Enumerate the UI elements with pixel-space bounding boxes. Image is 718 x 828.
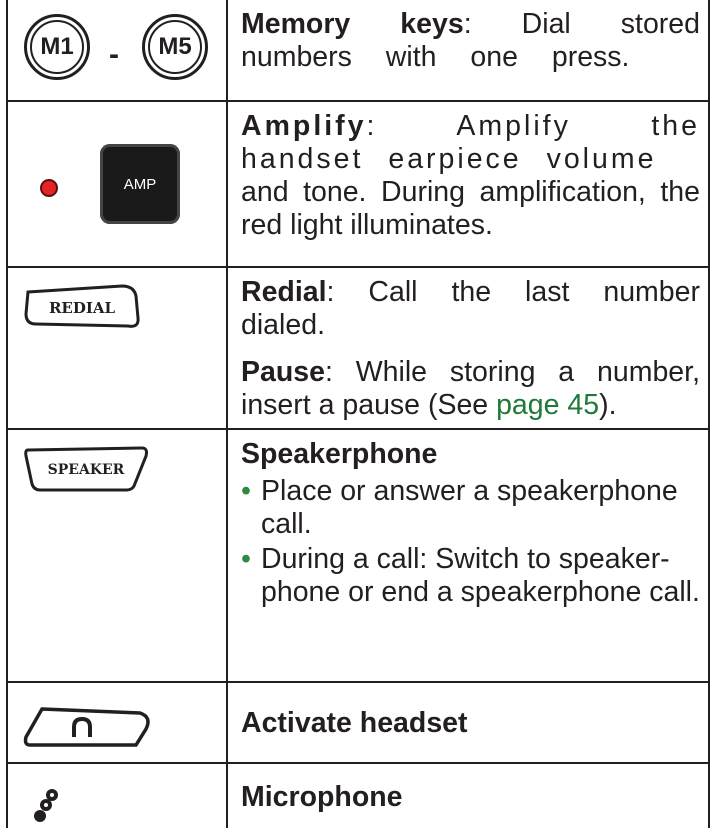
memory-keys-icon-cell: M1 - M5 [6,0,228,102]
memory-keys-description: Memory keys: Dial stored numbers with on… [226,0,710,102]
speaker-icon-label: SPEAKER [48,462,125,478]
row-headset: Activate headset [6,681,710,764]
speaker-button-icon: SPEAKER [24,446,148,492]
amplify-description: Amplify: Amplify the handset earpiece vo… [226,100,710,268]
headset-icon-cell [6,681,228,764]
redial-label: Redial [241,276,327,308]
red-light-indicator-icon [42,181,56,195]
m1-label: M1 [40,33,74,60]
pause-label: Pause [241,356,325,388]
microphone-label: Microphone [241,780,403,813]
row-speakerphone: SPEAKER Speakerphone Place or answer a s… [6,428,710,683]
pause-text-end: ). [599,389,617,421]
amp-button-icon: AMP [100,144,180,224]
row-memory-keys: M1 - M5 Memory keys: Dial stored numbers… [6,0,710,102]
headset-description: Activate headset [226,681,710,764]
redial-description: Redial: Call the last number dialed. Pau… [226,266,710,430]
speaker-icon-cell: SPEAKER [6,428,228,683]
row-redial: REDIAL Redial: Call the last number dial… [6,266,710,430]
headset-label: Activate headset [241,707,468,739]
redial-icon-label: REDIAL [49,299,116,317]
amplify-label: Amplify [241,110,367,142]
speakerphone-description: Speakerphone Place or answer a speakerph… [226,428,710,683]
row-microphone: Microphone [6,762,710,828]
memory-keys-label: Memory keys [241,8,464,40]
row-amplify: AMP Amplify: Amplify the handset earpiec… [6,100,710,268]
m5-label: M5 [158,33,192,60]
page-45-link[interactable]: page 45 [496,389,599,421]
amp-label: AMP [123,175,157,193]
speakerphone-bullets: Place or answer a speakerphone call. Dur… [241,475,700,609]
key-descriptions-table: M1 - M5 Memory keys: Dial stored numbers… [6,0,710,828]
microphone-description: Microphone [226,762,710,828]
m5-key-icon: M5 [142,14,208,80]
headset-icon [23,707,150,747]
redial-button-icon: REDIAL [24,284,140,328]
range-dash: - [109,38,119,71]
m1-key-icon: M1 [24,14,90,80]
speakerphone-bullet-1: Place or answer a speakerphone call. [241,475,700,541]
microphone-icon [34,789,58,822]
amplify-icon-cell: AMP [6,100,228,268]
speakerphone-label: Speakerphone [241,438,438,470]
amplify-text-b: and tone. During amplification, the red … [241,176,700,241]
redial-icon-cell: REDIAL [6,266,228,430]
speakerphone-bullet-2: During a call: Switch to speaker-phone o… [241,543,700,609]
microphone-icon-cell [6,762,228,828]
